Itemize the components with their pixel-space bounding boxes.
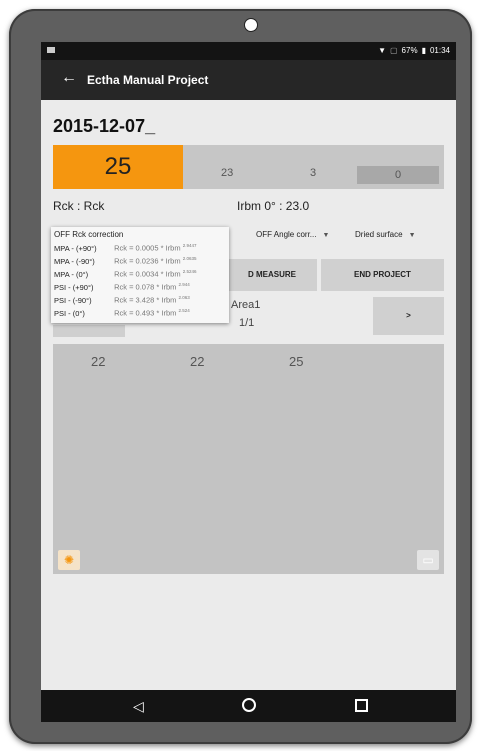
measure-button[interactable]: D MEASURE [227,259,317,291]
battery-percent: 67% [401,46,418,55]
project-date-title: 2015-12-07_ [53,116,156,136]
tablet-frame: ▼ ▢ 67% ▮ 01:34 ← Ectha Manual Project 2… [9,9,472,744]
notification-icon [47,47,55,53]
current-reading: 25 [53,145,183,189]
wifi-icon: ▼ [378,46,386,55]
menu-item-formula: Rck = 0.0236 * Irbm [114,256,181,266]
menu-item-label: PSI - (-90°) [54,295,92,305]
menu-item-formula: Rck = 0.0005 * Irbm [114,243,181,253]
surface-value: Dried surface [355,230,403,239]
front-camera [244,18,258,32]
area-name: Area1 [231,299,261,311]
app-title: Ectha Manual Project [87,73,209,87]
system-nav-bar: ◁ [41,690,456,722]
menu-item-exponent: 2.063 [178,295,190,300]
menu-item-formula: Rck = 3.428 * Irbm [114,295,177,305]
menu-item-formula: Rck = 0.078 * Irbm [114,282,177,292]
rck-correction-menu: OFF Rck correction MPA - (+90°) Rck = 0.… [51,227,229,323]
nav-back-icon[interactable]: ◁ [133,698,144,715]
menu-item-psi-0[interactable]: PSI - (0°) Rck = 0.493 * Irbm 2.524 [54,308,190,318]
readings-row: 25 23 3 0 [53,145,444,189]
print-button[interactable]: ▭ [417,550,439,570]
status-time: 01:34 [429,46,450,55]
angle-correction-value: OFF Angle corr... [256,230,317,239]
area-count: 1/1 [239,317,255,329]
battery-icon: ▮ [421,46,426,55]
menu-item-label: MPA - (+90°) [54,243,97,253]
menu-item-exponent: 2.5246 [182,269,197,274]
app-bar: ← Ectha Manual Project [41,60,456,100]
prev-area-button[interactable] [53,325,125,337]
surface-select[interactable]: Dried surface ▼ [355,230,416,239]
menu-item-exponent: 2.0635 [182,256,197,261]
measurement-grid: 22 22 25 ✺ ▭ [53,344,444,574]
menu-item-psi-minus90[interactable]: PSI - (-90°) Rck = 3.428 * Irbm 2.063 [54,295,190,305]
nav-home-icon[interactable] [242,698,256,712]
menu-item-mpa-plus90[interactable]: MPA - (+90°) Rck = 0.0005 * Irbm 2.9447 [54,243,196,253]
next-area-button[interactable]: > [373,297,444,335]
grid-value: 22 [190,354,205,369]
chevron-down-icon: ▼ [408,232,416,239]
angle-correction-select[interactable]: OFF Angle corr... ▼ [256,230,329,239]
aperture-icon: ✺ [63,553,75,567]
menu-item-exponent: 2.944 [178,282,190,287]
chevron-down-icon: ▼ [322,232,330,239]
main-content: 2015-12-07_ 25 23 3 0 Rck : Rck Irbm 0° … [41,100,456,690]
menu-item-label: MPA - (0°) [54,269,89,279]
nav-recent-apps-icon[interactable] [355,699,368,712]
no-sim-icon: ▢ [389,46,398,55]
menu-item-formula: Rck = 0.0034 * Irbm [114,269,181,279]
menu-item-label: PSI - (+90°) [54,282,94,292]
menu-item-mpa-minus90[interactable]: MPA - (-90°) Rck = 0.0236 * Irbm 2.0635 [54,256,196,266]
reading-fourth: 0 [357,166,439,184]
printer-icon: ▭ [422,553,434,567]
rck-label: Rck : Rck [53,199,105,213]
menu-item-label: MPA - (-90°) [54,256,95,266]
menu-item-off[interactable]: OFF Rck correction [54,230,123,239]
camera-button[interactable]: ✺ [58,550,80,570]
device-screen: ▼ ▢ 67% ▮ 01:34 ← Ectha Manual Project 2… [41,42,456,722]
end-project-button[interactable]: END PROJECT [321,259,444,291]
grid-value: 22 [91,354,106,369]
status-bar: ▼ ▢ 67% ▮ 01:34 [41,42,456,60]
menu-item-exponent: 2.9447 [182,243,197,248]
back-arrow-icon[interactable]: ← [61,69,77,87]
reading-second: 23 [221,167,234,179]
menu-item-mpa-0[interactable]: MPA - (0°) Rck = 0.0034 * Irbm 2.5246 [54,269,196,279]
menu-item-label: PSI - (0°) [54,308,85,318]
menu-item-exponent: 2.524 [178,308,190,313]
menu-item-formula: Rck = 0.493 * Irbm [114,308,177,318]
irbm-label: Irbm 0° : 23.0 [237,199,310,213]
menu-item-psi-plus90[interactable]: PSI - (+90°) Rck = 0.078 * Irbm 2.944 [54,282,190,292]
grid-value: 25 [289,354,304,369]
reading-third: 3 [310,167,317,179]
